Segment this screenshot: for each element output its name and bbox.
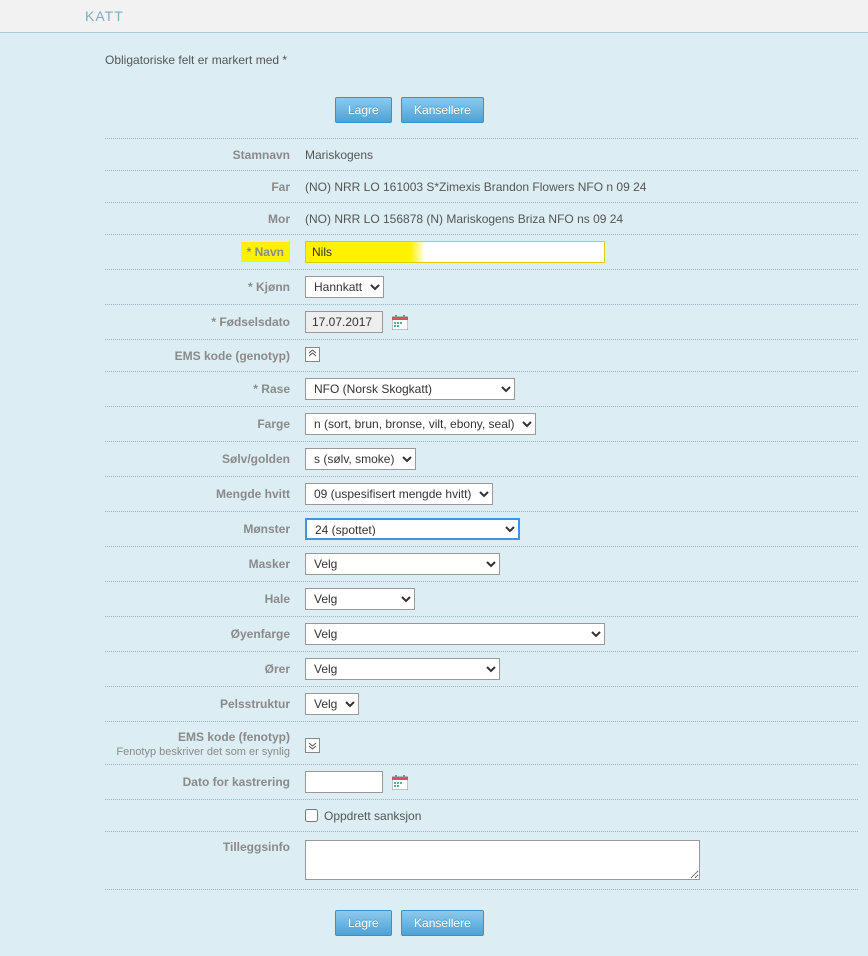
row-far: Far (NO) NRR LO 161003 S*Zimexis Brandon…	[105, 170, 858, 202]
row-rase: * Rase NFO (Norsk Skogkatt)	[105, 371, 858, 406]
value-far: (NO) NRR LO 161003 S*Zimexis Brandon Flo…	[305, 180, 858, 194]
navn-input[interactable]	[305, 241, 605, 263]
row-stamnavn: Stamnavn Mariskogens	[105, 138, 858, 170]
label-far: Far	[105, 180, 305, 194]
label-mengde-hvitt: Mengde hvitt	[105, 487, 305, 501]
row-ems-genotyp: EMS kode (genotyp)	[105, 339, 858, 371]
page-title: KATT	[85, 8, 124, 24]
value-oyenfarge-wrapper: Velg	[305, 623, 858, 645]
row-fodselsdato: * Fødselsdato	[105, 304, 858, 339]
save-button-top[interactable]: Lagre	[335, 97, 392, 123]
label-rase: * Rase	[105, 382, 305, 396]
value-orer-wrapper: Velg	[305, 658, 858, 680]
label-tillegg: Tilleggsinfo	[105, 840, 305, 854]
row-kastrering: Dato for kastrering	[105, 764, 858, 799]
label-ems-fenotyp-wrapper: EMS kode (fenotyp) Fenotyp beskriver det…	[105, 730, 305, 758]
value-mengde-hvitt-wrapper: 09 (uspesifisert mengde hvitt)	[305, 483, 858, 505]
kastrering-input[interactable]	[305, 771, 383, 793]
collapse-down-icon[interactable]	[305, 738, 320, 753]
save-button-bottom[interactable]: Lagre	[335, 910, 392, 936]
label-pelsstruktur: Pelsstruktur	[105, 697, 305, 711]
page-header: KATT	[0, 0, 868, 33]
label-fodselsdato: * Fødselsdato	[105, 315, 305, 329]
value-stamnavn: Mariskogens	[305, 148, 858, 162]
label-stamnavn: Stamnavn	[105, 148, 305, 162]
cancel-button-top[interactable]: Kansellere	[401, 97, 484, 123]
orer-select[interactable]: Velg	[305, 658, 500, 680]
label-navn-wrapper: * Navn	[105, 242, 305, 262]
calendar-icon-2[interactable]	[392, 775, 408, 790]
monster-select[interactable]: 24 (spottet)	[305, 518, 520, 540]
label-mor: Mor	[105, 212, 305, 226]
label-hale: Hale	[105, 592, 305, 606]
value-mor: (NO) NRR LO 156878 (N) Mariskogens Briza…	[305, 212, 858, 226]
calendar-icon[interactable]	[392, 315, 408, 330]
row-masker: Masker Velg	[105, 546, 858, 581]
hale-select[interactable]: Velg	[305, 588, 415, 610]
kjonn-select[interactable]: Hannkatt	[305, 276, 384, 298]
label-navn: * Navn	[241, 242, 290, 262]
value-kjonn-wrapper: Hannkatt	[305, 276, 858, 298]
value-rase-wrapper: NFO (Norsk Skogkatt)	[305, 378, 858, 400]
fodselsdato-input[interactable]	[305, 311, 383, 333]
collapse-up-icon[interactable]	[305, 347, 320, 362]
top-button-row: Lagre Kansellere	[335, 97, 858, 123]
subtext-ems-fenotyp: Fenotyp beskriver det som er synlig	[105, 746, 290, 758]
oyenfarge-select[interactable]: Velg	[305, 623, 605, 645]
farge-select[interactable]: n (sort, brun, bronse, vilt, ebony, seal…	[305, 413, 536, 435]
row-tillegg: Tilleggsinfo	[105, 831, 858, 890]
row-navn: * Navn	[105, 234, 858, 269]
value-ems-genotyp-wrapper	[305, 347, 858, 364]
label-oyenfarge: Øyenfarge	[105, 627, 305, 641]
label-kjonn: * Kjønn	[105, 280, 305, 294]
value-ems-fenotyp-wrapper	[305, 730, 858, 755]
row-monster: Mønster 24 (spottet)	[105, 511, 858, 546]
value-oppdrett-wrapper: Oppdrett sanksjon	[305, 809, 858, 823]
oppdrett-checkbox[interactable]	[305, 809, 318, 822]
label-monster: Mønster	[105, 522, 305, 536]
solv-select[interactable]: s (sølv, smoke)	[305, 448, 416, 470]
intro-text: Obligatoriske felt er markert med *	[105, 53, 858, 67]
row-orer: Ører Velg	[105, 651, 858, 686]
value-masker-wrapper: Velg	[305, 553, 858, 575]
row-pelsstruktur: Pelsstruktur Velg	[105, 686, 858, 721]
pelsstruktur-select[interactable]: Velg	[305, 693, 359, 715]
row-mengde-hvitt: Mengde hvitt 09 (uspesifisert mengde hvi…	[105, 476, 858, 511]
label-farge: Farge	[105, 417, 305, 431]
row-kjonn: * Kjønn Hannkatt	[105, 269, 858, 304]
label-masker: Masker	[105, 557, 305, 571]
label-orer: Ører	[105, 662, 305, 676]
tillegg-textarea[interactable]	[305, 840, 700, 880]
row-oyenfarge: Øyenfarge Velg	[105, 616, 858, 651]
bottom-button-row: Lagre Kansellere	[335, 910, 858, 936]
cancel-button-bottom[interactable]: Kansellere	[401, 910, 484, 936]
row-mor: Mor (NO) NRR LO 156878 (N) Mariskogens B…	[105, 202, 858, 234]
row-ems-fenotyp: EMS kode (fenotyp) Fenotyp beskriver det…	[105, 721, 858, 764]
masker-select[interactable]: Velg	[305, 553, 500, 575]
label-solv: Sølv/golden	[105, 452, 305, 466]
rase-select[interactable]: NFO (Norsk Skogkatt)	[305, 378, 515, 400]
value-navn-wrapper	[305, 241, 858, 263]
mengde-hvitt-select[interactable]: 09 (uspesifisert mengde hvitt)	[305, 483, 493, 505]
label-ems-fenotyp: EMS kode (fenotyp)	[178, 730, 290, 744]
row-solv: Sølv/golden s (sølv, smoke)	[105, 441, 858, 476]
label-kastrering: Dato for kastrering	[105, 775, 305, 789]
value-fodselsdato-wrapper	[305, 311, 858, 333]
value-hale-wrapper: Velg	[305, 588, 858, 610]
value-tillegg-wrapper	[305, 840, 858, 883]
row-farge: Farge n (sort, brun, bronse, vilt, ebony…	[105, 406, 858, 441]
value-monster-wrapper: 24 (spottet)	[305, 518, 858, 540]
oppdrett-label: Oppdrett sanksjon	[324, 809, 421, 823]
row-oppdrett: Oppdrett sanksjon	[105, 799, 858, 831]
value-farge-wrapper: n (sort, brun, bronse, vilt, ebony, seal…	[305, 413, 858, 435]
value-solv-wrapper: s (sølv, smoke)	[305, 448, 858, 470]
label-ems-genotyp: EMS kode (genotyp)	[105, 349, 305, 363]
value-kastrering-wrapper	[305, 771, 858, 793]
row-hale: Hale Velg	[105, 581, 858, 616]
value-pelsstruktur-wrapper: Velg	[305, 693, 858, 715]
